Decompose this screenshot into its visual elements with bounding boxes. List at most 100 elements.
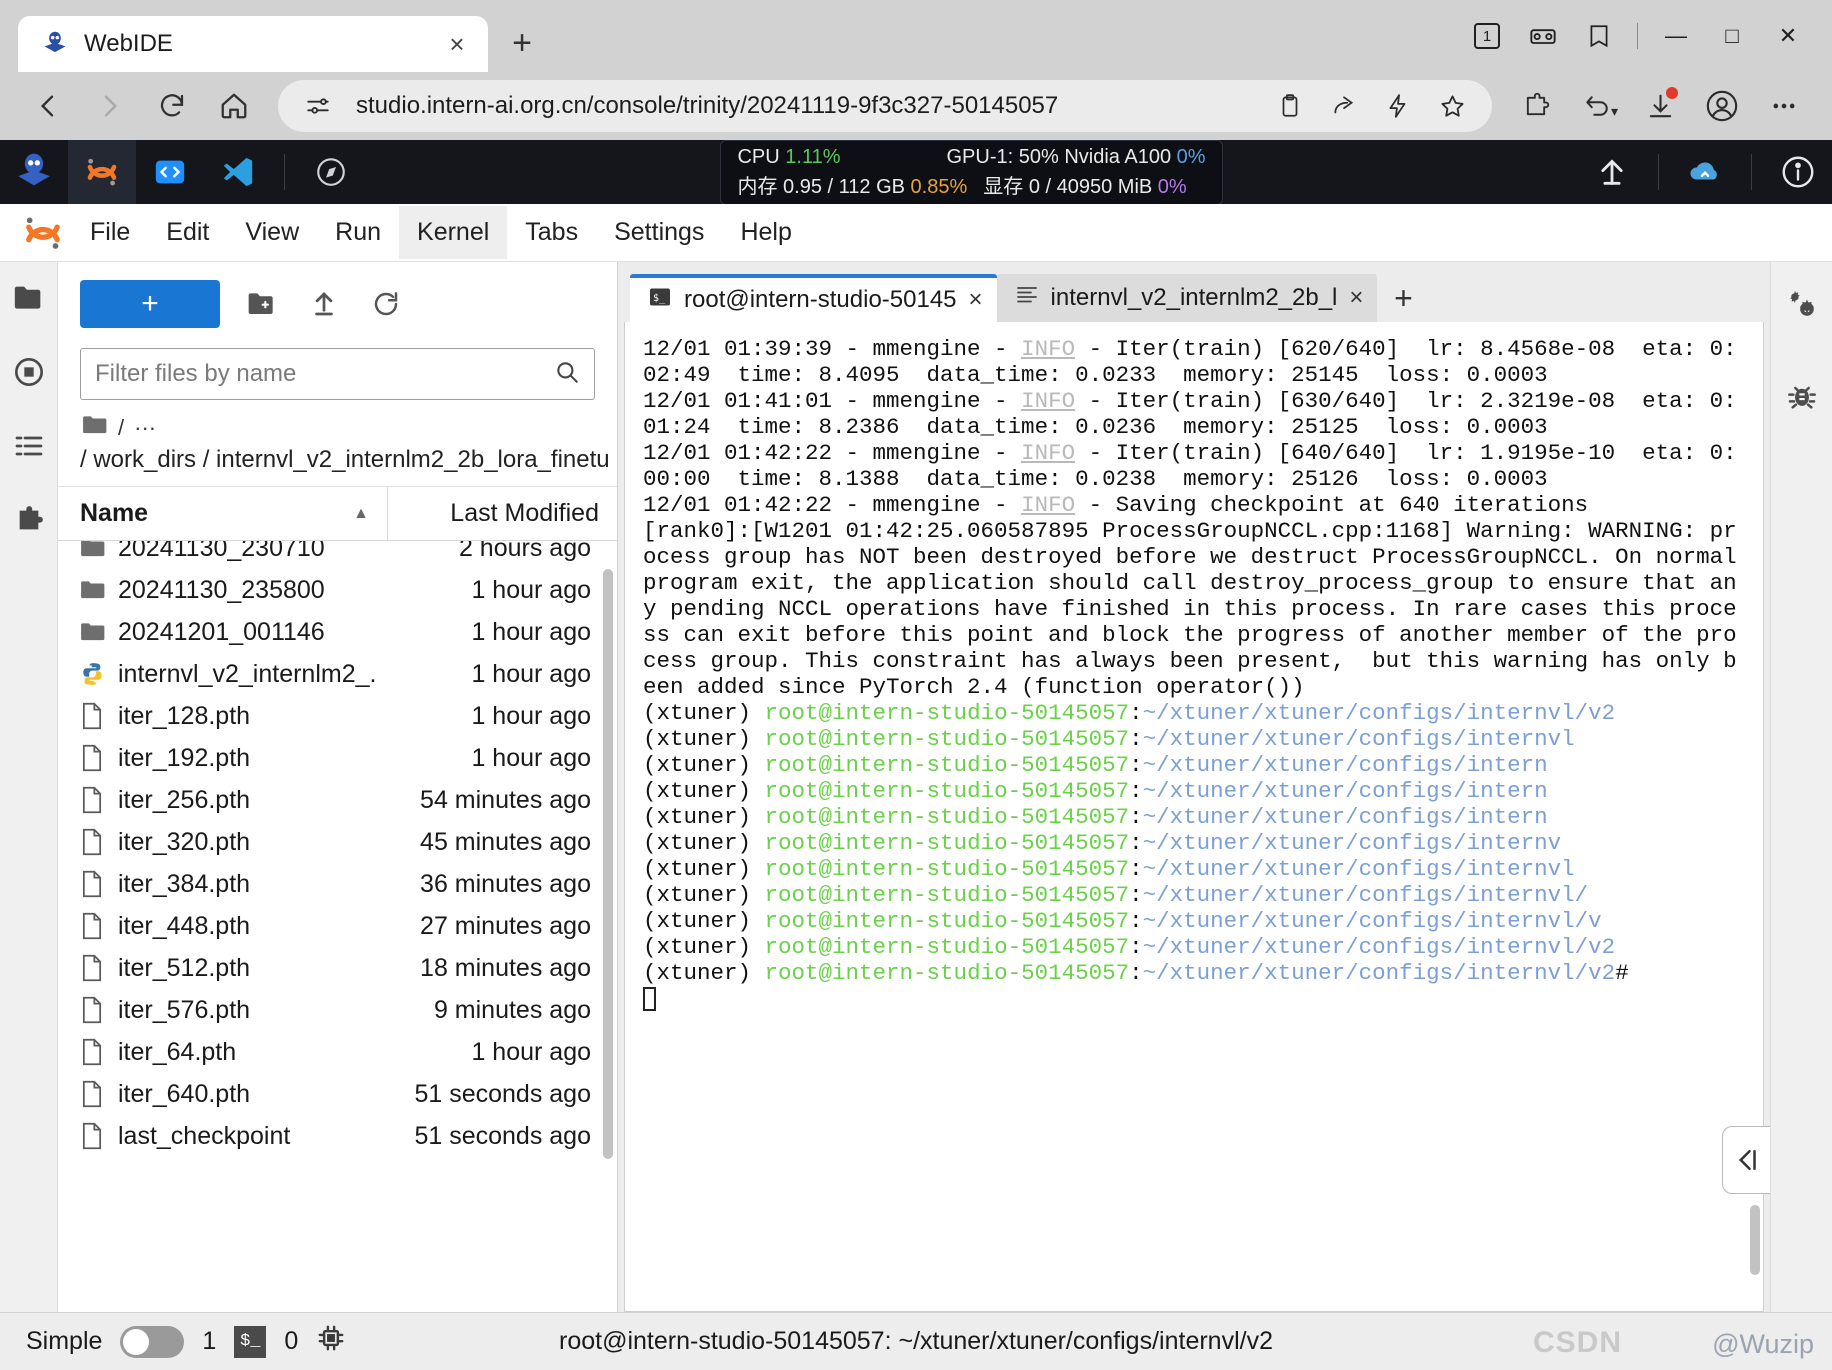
debugger-bug-icon[interactable] — [1782, 376, 1822, 416]
close-icon[interactable]: × — [1349, 284, 1363, 312]
intern-studio-logo-icon[interactable] — [0, 140, 68, 204]
table-row[interactable]: 20241130_235800 1 hour ago — [58, 569, 617, 611]
main-area: + Filter files by name / ··· / work_dirs… — [0, 262, 1832, 1312]
collapse-right-panel-button[interactable] — [1722, 1126, 1770, 1194]
property-inspector-gear-icon[interactable] — [1782, 284, 1822, 324]
file-icon — [80, 1038, 118, 1066]
table-row[interactable]: iter_64.pth 1 hour ago — [58, 1031, 617, 1073]
profile-avatar-icon[interactable] — [1694, 78, 1750, 134]
downloads-icon[interactable] — [1632, 78, 1688, 134]
collections-icon[interactable] — [1571, 11, 1627, 61]
menu-run[interactable]: Run — [317, 206, 399, 259]
table-row[interactable]: iter_128.pth 1 hour ago — [58, 695, 617, 737]
prompt-path: ~/xtuner/xtuner/configs/internvl/v2 — [1142, 960, 1616, 986]
file-filter-input[interactable]: Filter files by name — [80, 348, 595, 400]
file-modified: 18 minutes ago — [420, 953, 591, 982]
new-folder-icon[interactable] — [242, 284, 282, 324]
address-bar[interactable]: studio.intern-ai.org.cn/console/trinity/… — [278, 80, 1492, 132]
table-row[interactable]: iter_320.pth 45 minutes ago — [58, 821, 617, 863]
menu-tabs[interactable]: Tabs — [507, 206, 596, 259]
terminal-panel[interactable]: 12/01 01:39:39 - mmengine - INFO - Iter(… — [624, 322, 1764, 1312]
maximize-button[interactable]: □ — [1704, 11, 1760, 61]
close-icon[interactable]: × — [969, 286, 983, 314]
prompt-user-host: root@intern-studio-50145057 — [764, 804, 1130, 830]
add-document-tab-button[interactable]: + — [1377, 274, 1429, 322]
forward-button[interactable] — [82, 78, 138, 134]
minimize-button[interactable]: — — [1648, 11, 1704, 61]
terminal-scrollbar[interactable] — [1750, 1205, 1760, 1275]
menu-view[interactable]: View — [227, 206, 317, 259]
table-row[interactable]: 20241130_230710 2 hours ago — [58, 541, 617, 569]
refresh-icon[interactable] — [366, 284, 406, 324]
upload-icon[interactable] — [304, 284, 344, 324]
document-tab[interactable]: $_ root@intern-studio-50145 × — [630, 274, 997, 322]
breadcrumb[interactable]: / ··· — [58, 400, 617, 446]
split-screen-icon[interactable] — [1515, 11, 1571, 61]
cloud-sync-icon[interactable] — [1671, 140, 1739, 204]
new-tab-button[interactable]: + — [496, 17, 548, 69]
file-modified: 51 seconds ago — [414, 1121, 591, 1150]
jupyter-logo-icon — [14, 210, 72, 256]
document-tab[interactable]: internvl_v2_internlm2_2b_l × — [996, 274, 1378, 322]
table-row[interactable]: iter_256.pth 54 minutes ago — [58, 779, 617, 821]
extensions-icon[interactable] — [1508, 78, 1564, 134]
window-close-button[interactable]: ✕ — [1760, 11, 1816, 61]
browser-tab-webide[interactable]: WebIDE × — [18, 16, 488, 72]
clipboard-icon[interactable] — [1266, 82, 1314, 130]
table-row[interactable]: internvl_v2_internlm2_... 1 hour ago — [58, 653, 617, 695]
table-row[interactable]: iter_512.pth 18 minutes ago — [58, 947, 617, 989]
table-row[interactable]: 20241201_001146 1 hour ago — [58, 611, 617, 653]
table-row[interactable]: iter_640.pth 51 seconds ago — [58, 1073, 617, 1115]
reload-button[interactable] — [144, 78, 200, 134]
share-icon[interactable] — [1320, 82, 1368, 130]
terminal-icon[interactable]: $_ — [234, 1325, 267, 1358]
vscode-icon[interactable] — [204, 140, 272, 204]
file-name: 20241201_001146 — [118, 617, 325, 646]
browser-menu-icon[interactable] — [1756, 78, 1812, 134]
table-row[interactable]: iter_576.pth 9 minutes ago — [58, 989, 617, 1031]
sidebar-item-file-browser[interactable] — [9, 278, 49, 318]
menu-edit[interactable]: Edit — [148, 206, 227, 259]
table-row[interactable]: iter_384.pth 36 minutes ago — [58, 863, 617, 905]
table-row[interactable]: last_checkpoint 51 seconds ago — [58, 1115, 617, 1157]
sidebar-item-running[interactable] — [9, 352, 49, 392]
right-sidebar-rail — [1770, 262, 1832, 1312]
breadcrumb-ellipsis[interactable]: ··· — [134, 415, 156, 441]
back-button[interactable] — [20, 78, 76, 134]
info-icon[interactable] — [1764, 140, 1832, 204]
column-header-name[interactable]: Name ▲ — [58, 499, 387, 528]
file-filter-placeholder: Filter files by name — [95, 360, 297, 387]
breadcrumb-path[interactable]: / work_dirs / internvl_v2_internlm2_2b_l… — [58, 446, 617, 487]
home-button[interactable] — [206, 78, 262, 134]
log-level-info: INFO — [1021, 440, 1076, 466]
compass-icon[interactable] — [297, 140, 365, 204]
simple-mode-toggle[interactable] — [120, 1325, 185, 1358]
divider — [1637, 23, 1638, 49]
menu-kernel[interactable]: Kernel — [399, 206, 508, 259]
menu-file[interactable]: File — [72, 206, 148, 259]
folder-icon — [80, 579, 118, 601]
breadcrumb-root[interactable]: / — [118, 415, 124, 441]
bookmark-star-icon[interactable] — [1428, 82, 1476, 130]
search-icon[interactable] — [554, 359, 580, 390]
file-list[interactable]: 20241130_230710 2 hours ago 20241130_23580… — [58, 541, 617, 1312]
table-row[interactable]: iter_448.pth 27 minutes ago — [58, 905, 617, 947]
sidebar-item-toc[interactable] — [9, 426, 49, 466]
menu-settings[interactable]: Settings — [596, 206, 722, 259]
new-launcher-button[interactable]: + — [80, 280, 220, 328]
code-editor-icon[interactable] — [136, 140, 204, 204]
history-icon[interactable]: ▾ — [1570, 78, 1626, 134]
menu-help[interactable]: Help — [722, 206, 809, 259]
site-settings-icon[interactable] — [294, 82, 342, 130]
upload-arrow-icon[interactable] — [1578, 140, 1646, 204]
performance-icon[interactable] — [1374, 82, 1422, 130]
column-header-modified[interactable]: Last Modified — [387, 487, 617, 540]
jupyter-app-icon[interactable] — [68, 140, 136, 204]
file-list-scrollbar[interactable] — [603, 569, 613, 1159]
close-icon[interactable]: × — [440, 27, 474, 61]
table-row[interactable]: iter_192.pth 1 hour ago — [58, 737, 617, 779]
file-icon — [80, 702, 118, 730]
tab-count-badge[interactable]: 1 — [1459, 11, 1515, 61]
sidebar-item-extensions[interactable] — [9, 500, 49, 540]
kernel-chip-icon[interactable] — [316, 1323, 346, 1360]
